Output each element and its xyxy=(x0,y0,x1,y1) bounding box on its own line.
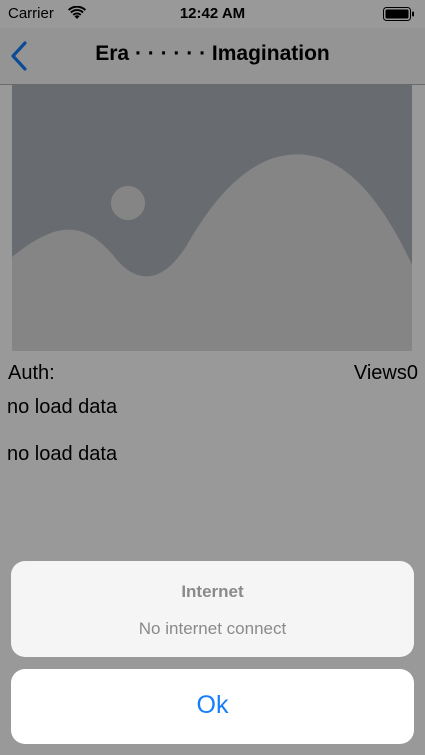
ok-button[interactable]: Ok xyxy=(11,669,414,744)
alert-message: No internet connect xyxy=(138,619,287,638)
alert-title: Internet xyxy=(181,582,244,601)
alert-header: Internet No internet connect xyxy=(11,561,414,657)
ok-button-label: Ok xyxy=(196,691,229,719)
